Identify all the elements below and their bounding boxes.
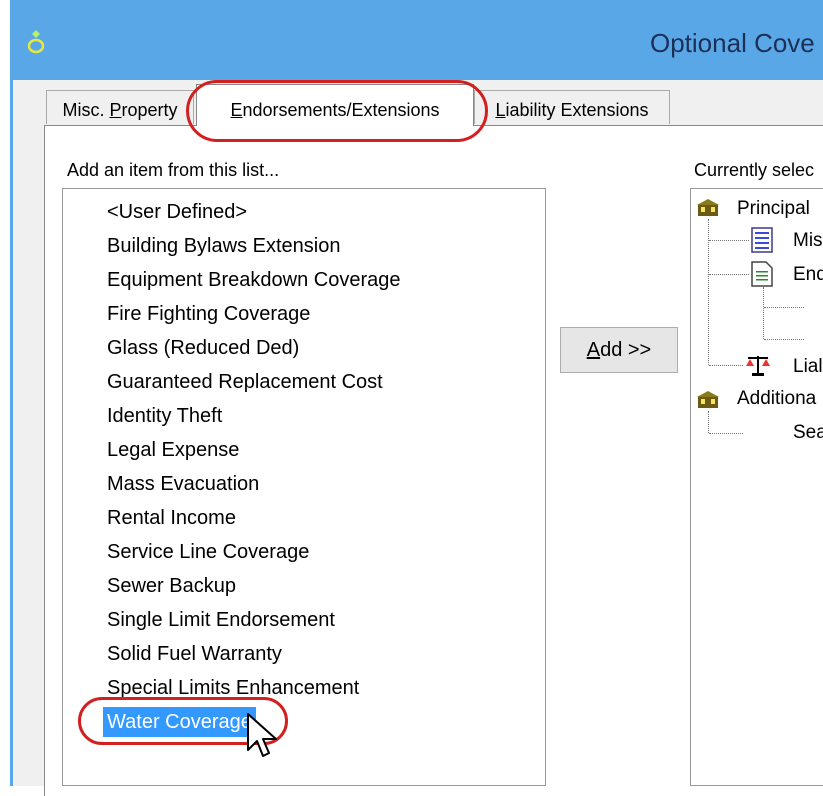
tab-accelerator-key: E xyxy=(230,100,243,120)
window-border xyxy=(10,80,13,786)
tree-node-endorsements[interactable]: End xyxy=(793,264,823,286)
tab-liability-extensions[interactable]: Liability Extensions xyxy=(474,90,670,124)
list-item-selected[interactable]: Water Coverage xyxy=(103,707,256,737)
building-icon xyxy=(697,199,719,216)
list-item[interactable]: Solid Fuel Warranty xyxy=(107,639,282,669)
title-bar: Optional Cove xyxy=(10,0,823,80)
selected-items-label: Currently selec xyxy=(694,160,815,180)
list-item[interactable]: Service Line Coverage xyxy=(107,537,309,567)
available-items-label: Add an item from this list... xyxy=(67,160,280,180)
tree-node-sea[interactable]: Sea xyxy=(793,422,823,444)
tab-misc-property[interactable]: Misc. Property xyxy=(46,90,194,124)
tab-endorsements-extensions[interactable]: Endorsements/Extensions xyxy=(196,84,474,126)
tree-connector xyxy=(764,339,804,340)
tree-connector xyxy=(709,365,743,366)
document-list-icon xyxy=(751,227,773,253)
tree-node-additional[interactable]: Additiona xyxy=(737,388,816,410)
building-icon xyxy=(697,391,719,408)
app-icon xyxy=(27,30,45,54)
add-button-label: dd >> xyxy=(600,339,652,361)
tree-node-liability[interactable]: Lial xyxy=(793,356,823,378)
list-item[interactable]: Glass (Reduced Ded) xyxy=(107,333,299,363)
list-item[interactable]: Rental Income xyxy=(107,503,236,533)
list-item[interactable]: Identity Theft xyxy=(107,401,222,431)
tab-label-suffix: roperty xyxy=(121,100,178,120)
list-item[interactable]: Mass Evacuation xyxy=(107,469,259,499)
add-button-accelerator: A xyxy=(586,339,601,361)
list-item[interactable]: Single Limit Endorsement xyxy=(107,605,335,635)
tree-node-principal[interactable]: Principal xyxy=(737,198,810,220)
tree-connector xyxy=(709,433,743,434)
window-title: Optional Cove xyxy=(650,28,815,58)
available-items-list[interactable]: <User Defined> Building Bylaws Extension… xyxy=(62,188,546,786)
document-icon xyxy=(751,261,773,287)
mouse-pointer-icon xyxy=(247,713,277,757)
list-item[interactable]: Guaranteed Replacement Cost xyxy=(107,367,383,397)
list-item[interactable]: Sewer Backup xyxy=(107,571,236,601)
tree-connector xyxy=(709,274,749,275)
tab-accelerator-key: P xyxy=(109,100,122,120)
tree-connector xyxy=(708,411,709,433)
tab-label-prefix: Misc. xyxy=(62,100,110,120)
tab-accelerator-key: L xyxy=(495,100,506,120)
add-button[interactable]: Add >> xyxy=(560,327,678,373)
list-item[interactable]: Equipment Breakdown Coverage xyxy=(107,265,401,295)
list-item[interactable]: Special Limits Enhancement xyxy=(107,673,359,703)
tree-connector xyxy=(709,240,749,241)
scales-icon xyxy=(746,356,770,376)
list-item[interactable]: Building Bylaws Extension xyxy=(107,231,340,261)
list-item[interactable]: Fire Fighting Coverage xyxy=(107,299,310,329)
list-item[interactable]: Legal Expense xyxy=(107,435,239,465)
tree-connector xyxy=(763,287,764,339)
list-item[interactable]: <User Defined> xyxy=(107,197,247,227)
tree-connector xyxy=(764,307,804,308)
selected-items-tree[interactable]: Principal Mis End Lial Additiona Sea xyxy=(690,188,823,786)
tree-node-misc[interactable]: Mis xyxy=(793,230,823,252)
tab-label-suffix: iability Extensions xyxy=(505,100,649,120)
tab-label-suffix: ndorsements/Extensions xyxy=(242,100,440,120)
